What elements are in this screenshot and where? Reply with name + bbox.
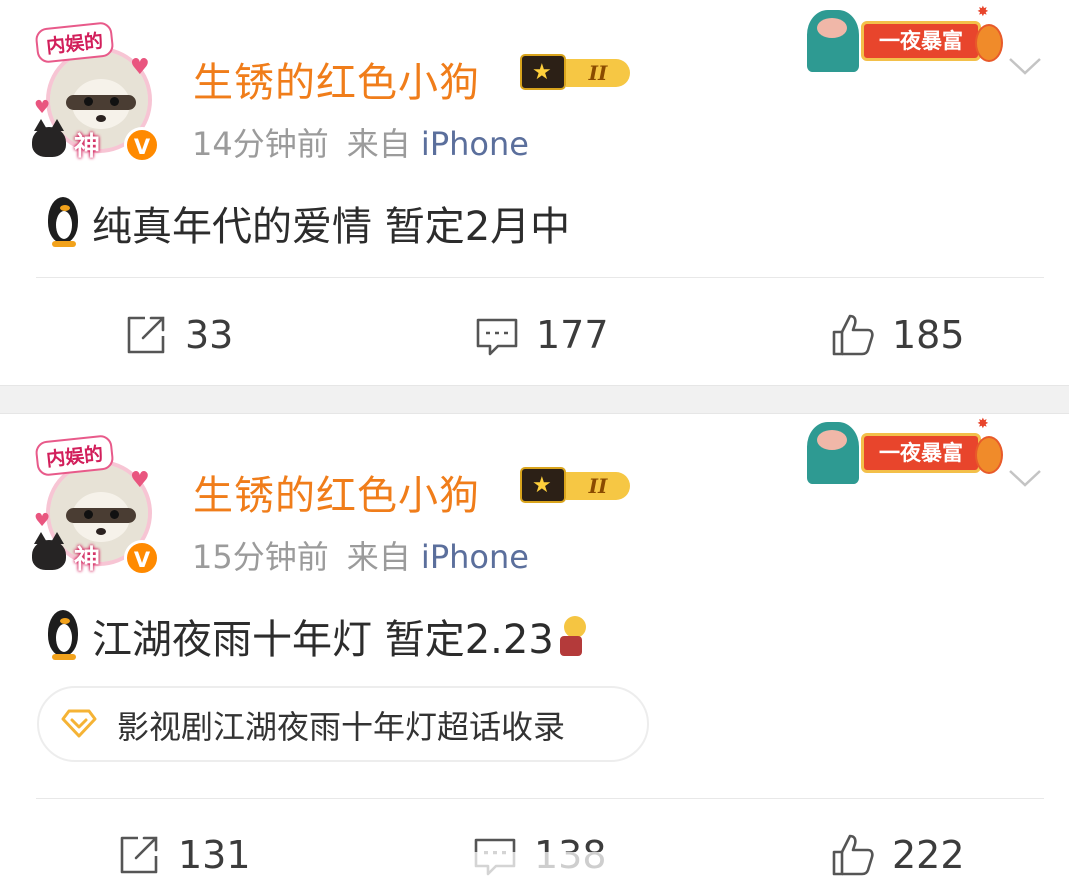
forward-button[interactable]: 33 — [123, 310, 233, 360]
post-meta: 15分钟前 来自 iPhone — [192, 532, 529, 578]
thumbs-up-icon — [832, 834, 874, 876]
source-prefix: 来自 — [346, 125, 411, 163]
super-topic-tag[interactable]: 影视剧江湖夜雨十年灯超话收录 — [37, 686, 649, 762]
heart-icon: ♥ — [34, 97, 51, 118]
avatar[interactable]: 内娱的 ♥ ♥ 神 V — [30, 21, 160, 165]
lantern-icon — [975, 436, 1003, 474]
penguin-emoji-icon — [44, 197, 84, 249]
penguin-emoji-icon — [44, 610, 84, 662]
comment-button[interactable]: 177 — [474, 310, 609, 360]
forward-button[interactable]: 131 — [116, 830, 251, 880]
thumbs-up-icon — [832, 314, 874, 356]
diamond-topic-icon — [61, 709, 97, 738]
member-crown-badge[interactable]: ★ II — [520, 465, 633, 505]
promo-decoration[interactable]: 一夜暴富 ✸ — [805, 416, 1005, 488]
forward-count: 33 — [185, 313, 234, 357]
verified-badge: V — [124, 127, 160, 163]
comment-bubble-icon — [476, 318, 518, 356]
divider — [36, 798, 1044, 799]
heart-icon: ♥ — [34, 510, 51, 531]
avatar-frame-bottom-label: 神 — [74, 545, 101, 575]
chevron-down-icon[interactable] — [1008, 468, 1042, 502]
watermark-overlay — [388, 852, 678, 886]
firework-icon: ✸ — [977, 416, 989, 432]
forward-count: 131 — [178, 833, 251, 877]
lightbulb-person-emoji-icon — [556, 614, 592, 658]
like-count: 185 — [892, 313, 965, 357]
avatar-frame-bottom-label: 神 — [74, 132, 101, 162]
post-body: 江湖夜雨十年灯 暂定2.23 — [92, 617, 554, 663]
share-square-icon — [127, 316, 165, 354]
lantern-icon — [975, 24, 1003, 62]
like-button[interactable]: 222 — [830, 830, 965, 880]
crown-icon: ★ — [520, 54, 566, 90]
username[interactable]: 生锈的红色小狗 — [193, 50, 480, 108]
like-count: 222 — [892, 833, 965, 877]
source-device[interactable]: iPhone — [421, 538, 529, 576]
member-level: II — [566, 472, 630, 500]
post-separator — [0, 385, 1069, 414]
promo-label: 一夜暴富 — [861, 433, 981, 473]
crown-icon: ★ — [520, 467, 566, 503]
pine-tree-icon — [807, 10, 859, 72]
promo-label: 一夜暴富 — [861, 21, 981, 61]
black-cat-icon — [32, 532, 66, 570]
pine-tree-icon — [807, 422, 859, 484]
verified-badge: V — [124, 540, 160, 576]
source-device[interactable]: iPhone — [421, 125, 529, 163]
like-button[interactable]: 185 — [830, 310, 965, 360]
promo-decoration[interactable]: 一夜暴富 ✸ — [805, 4, 1005, 76]
divider — [36, 277, 1044, 278]
firework-icon: ✸ — [977, 4, 989, 20]
post-time: 14分钟前 — [192, 125, 329, 163]
super-topic-label: 影视剧江湖夜雨十年灯超话收录 — [117, 708, 566, 746]
chevron-down-icon[interactable] — [1008, 56, 1042, 90]
member-crown-badge[interactable]: ★ II — [520, 52, 633, 92]
post-time: 15分钟前 — [192, 538, 329, 576]
post-meta: 14分钟前 来自 iPhone — [192, 119, 529, 165]
share-square-icon — [120, 836, 158, 874]
post-text: 纯真年代的爱情 暂定2月中 — [44, 194, 570, 252]
avatar[interactable]: 内娱的 ♥ ♥ 神 V — [30, 434, 160, 578]
member-level: II — [566, 59, 630, 87]
username[interactable]: 生锈的红色小狗 — [193, 463, 480, 521]
post-text: 江湖夜雨十年灯 暂定2.23 — [44, 607, 592, 665]
heart-icon: ♥ — [130, 468, 150, 493]
heart-icon: ♥ — [130, 55, 150, 80]
comment-count: 177 — [536, 313, 609, 357]
black-cat-icon — [32, 119, 66, 157]
source-prefix: 来自 — [346, 538, 411, 576]
post-body: 纯真年代的爱情 暂定2月中 — [92, 204, 571, 250]
